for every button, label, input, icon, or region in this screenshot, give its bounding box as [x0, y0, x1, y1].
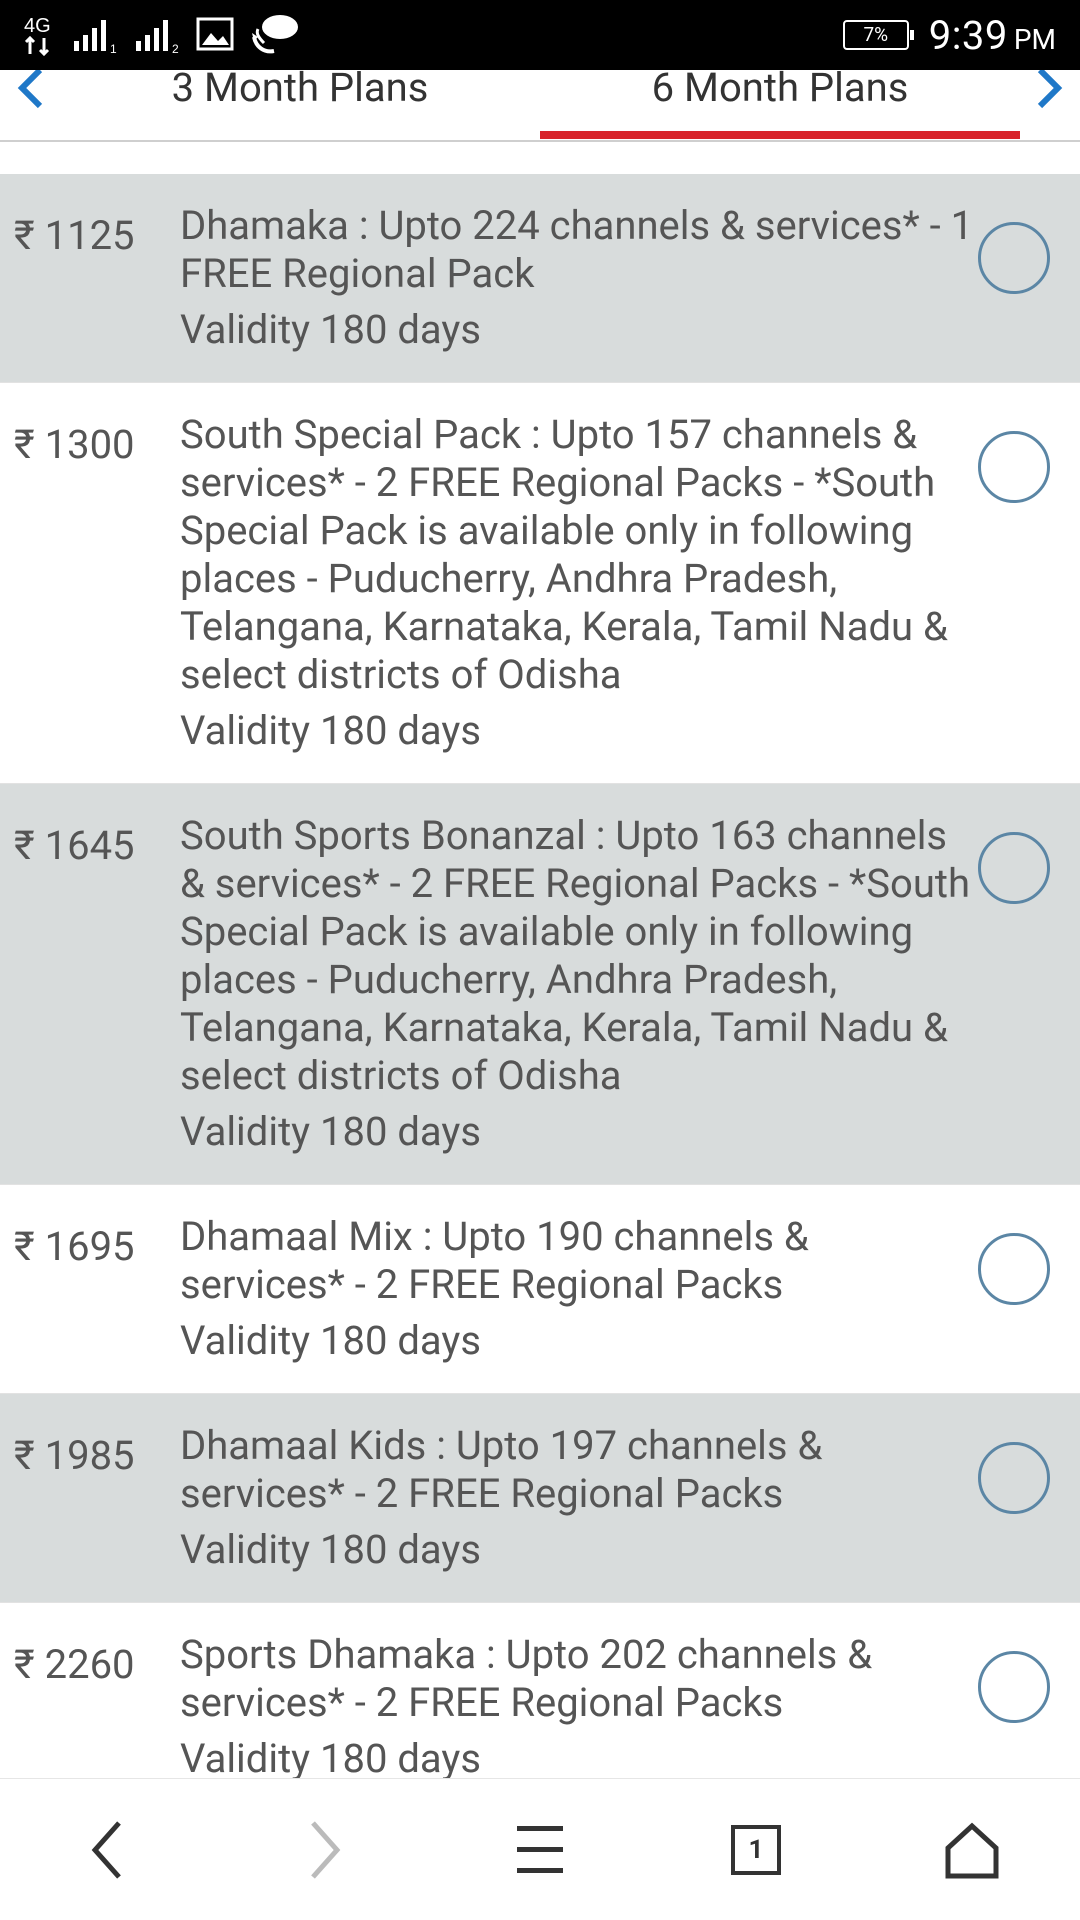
clock: 9:39 PM: [929, 12, 1056, 59]
signal-sim2-icon: 2: [134, 15, 182, 55]
plan-select-radio[interactable]: [978, 431, 1050, 503]
plan-row[interactable]: ₹ 1125 Dhamaka : Upto 224 channels & ser…: [0, 174, 1080, 383]
plan-duration-tabs: 3 Month Plans 6 Month Plans: [0, 70, 1080, 142]
plan-price-value: 1985: [44, 1432, 135, 1479]
plan-description: Dhamaal Kids : Upto 197 channels & servi…: [180, 1422, 823, 1517]
home-button[interactable]: [927, 1805, 1017, 1895]
chevron-left-icon: [17, 70, 43, 109]
plan-validity: Validity 180 days: [180, 1108, 481, 1155]
plan-price-value: 1300: [44, 421, 135, 468]
clock-time: 9:39: [928, 11, 1008, 59]
plan-price: ₹ 1695: [14, 1223, 135, 1270]
plan-price-value: 1695: [44, 1223, 135, 1270]
menu-icon: [517, 1825, 563, 1873]
svg-text:2: 2: [172, 42, 179, 55]
tabs-button[interactable]: 1: [711, 1805, 801, 1895]
battery-icon: 7%: [842, 20, 914, 50]
rupee-symbol: ₹: [14, 1223, 35, 1270]
clock-ampm: PM: [1013, 22, 1056, 56]
tabs-scroll-right-button[interactable]: [1028, 70, 1068, 114]
plan-validity: Validity 180 days: [180, 1317, 481, 1364]
plan-validity: Validity 180 days: [180, 306, 481, 353]
status-bar: 4G 1 2 7% 9:39 PM: [0, 0, 1080, 70]
home-icon: [945, 1822, 999, 1878]
plan-description: Dhamaka : Upto 224 channels & services* …: [180, 202, 974, 297]
back-arrow-icon: [91, 1820, 121, 1879]
chevron-right-icon: [1037, 70, 1063, 109]
plan-select-radio[interactable]: [978, 1651, 1050, 1723]
plan-select-radio[interactable]: [978, 1442, 1050, 1514]
browser-bottom-nav: 1: [0, 1778, 1080, 1920]
plan-select-radio[interactable]: [978, 222, 1050, 294]
plan-row[interactable]: ₹ 1300 South Special Pack : Upto 157 cha…: [0, 383, 1080, 784]
plan-price: ₹ 1985: [14, 1432, 135, 1479]
chat-notification-icon: [250, 13, 300, 57]
tab-6-month-plans[interactable]: 6 Month Plans: [540, 70, 1020, 124]
back-button[interactable]: [63, 1805, 153, 1895]
tab-3-month-plans[interactable]: 3 Month Plans: [110, 70, 490, 124]
status-icons-right: 7% 9:39 PM: [842, 0, 1056, 70]
plan-price-value: 1125: [44, 212, 135, 259]
plans-list: ₹ 1125 Dhamaka : Upto 224 channels & ser…: [0, 174, 1080, 1778]
plan-validity: Validity 180 days: [180, 1735, 481, 1778]
plan-validity: Validity 180 days: [180, 707, 481, 754]
plan-select-radio[interactable]: [978, 1233, 1050, 1305]
plan-row[interactable]: ₹ 1695 Dhamaal Mix : Upto 190 channels &…: [0, 1185, 1080, 1394]
plan-validity: Validity 180 days: [180, 1526, 481, 1573]
status-icons-left: 4G 1 2: [24, 12, 300, 58]
plan-description: South Special Pack : Upto 157 channels &…: [180, 411, 948, 698]
plan-price-value: 1645: [44, 822, 135, 869]
signal-sim1-icon: 1: [72, 15, 120, 55]
svg-text:4G: 4G: [24, 15, 51, 37]
rupee-symbol: ₹: [14, 1432, 35, 1479]
network-4g-icon: 4G: [24, 12, 58, 58]
plan-price-value: 2260: [44, 1641, 135, 1688]
active-tab-indicator: [540, 131, 1020, 139]
plan-select-radio[interactable]: [978, 832, 1050, 904]
plan-row[interactable]: ₹ 2260 Sports Dhamaka : Upto 202 channel…: [0, 1603, 1080, 1778]
tabs-scroll-left-button[interactable]: [12, 70, 52, 114]
forward-arrow-icon: [311, 1820, 341, 1879]
plan-price: ₹ 1125: [14, 212, 135, 259]
battery-level: 7%: [863, 23, 889, 46]
plan-description: South Sports Bonanzal : Upto 163 channel…: [180, 812, 970, 1099]
plan-row[interactable]: ₹ 1645 South Sports Bonanzal : Upto 163 …: [0, 784, 1080, 1185]
rupee-symbol: ₹: [14, 212, 35, 259]
plan-price: ₹ 1645: [14, 822, 135, 869]
plan-price: ₹ 1300: [14, 421, 135, 468]
gallery-notification-icon: [196, 17, 236, 53]
plan-row[interactable]: ₹ 1985 Dhamaal Kids : Upto 197 channels …: [0, 1394, 1080, 1603]
menu-button[interactable]: [495, 1805, 585, 1895]
plan-description: Dhamaal Mix : Upto 190 channels & servic…: [180, 1213, 809, 1308]
tabs-count-icon: 1: [731, 1824, 781, 1875]
rupee-symbol: ₹: [14, 1641, 35, 1688]
rupee-symbol: ₹: [14, 822, 35, 869]
forward-button[interactable]: [279, 1805, 369, 1895]
tab-count: 1: [748, 1834, 764, 1865]
plan-price: ₹ 2260: [14, 1641, 135, 1688]
svg-text:1: 1: [110, 42, 117, 55]
rupee-symbol: ₹: [14, 421, 35, 468]
plan-description: Sports Dhamaka : Upto 202 channels & ser…: [180, 1631, 873, 1726]
